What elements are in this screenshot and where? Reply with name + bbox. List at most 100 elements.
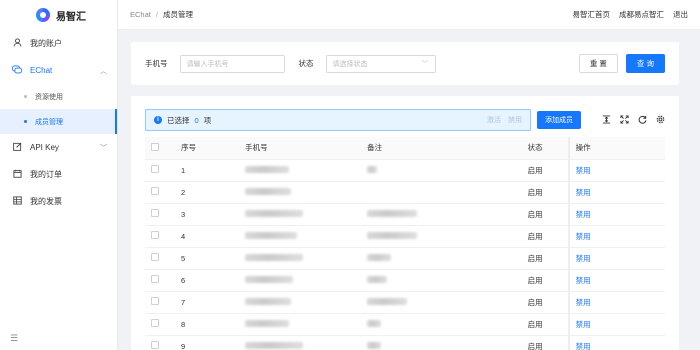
- table-icon: [12, 196, 22, 207]
- row-status: 启用: [521, 313, 569, 336]
- fullscreen-icon[interactable]: [620, 114, 629, 126]
- table-row: 7 启用 禁用: [145, 291, 665, 314]
- column-height-icon[interactable]: [602, 114, 611, 126]
- column-header-note: 备注: [361, 137, 522, 160]
- row-status: 启用: [521, 247, 569, 270]
- search-button[interactable]: 查 询: [625, 54, 665, 73]
- chevron-up-icon: ︿: [100, 67, 107, 75]
- row-checkbox[interactable]: [145, 247, 175, 270]
- row-status: 启用: [521, 203, 569, 226]
- reset-button[interactable]: 重 置: [578, 54, 618, 73]
- row-note: [361, 225, 522, 248]
- row-status: 启用: [521, 335, 569, 350]
- disable-link[interactable]: 禁用: [576, 276, 591, 285]
- members-table-card: i 已选择 0 项 激活 禁用 添加成员 序号 手机号 备注 状态 操作 1 启…: [131, 96, 679, 350]
- phone-placeholder: 请输入手机号: [186, 60, 229, 68]
- user-icon: [12, 38, 22, 49]
- logo[interactable]: 易智汇: [0, 0, 117, 30]
- row-action: 禁用: [567, 203, 665, 226]
- obscured-note: [367, 319, 382, 327]
- disable-link[interactable]: 禁用: [576, 298, 591, 307]
- row-index: 7: [174, 291, 240, 314]
- home-link[interactable]: 易智汇首页: [573, 9, 611, 20]
- filter-panel: 手机号 请输入手机号 状态 请选择状态 ﹀ 重 置 查 询: [131, 42, 679, 85]
- row-status: 启用: [521, 291, 569, 314]
- disable-link[interactable]: 禁用: [576, 254, 591, 263]
- chevron-down-icon: ﹀: [421, 60, 429, 68]
- row-note: [361, 181, 522, 204]
- obscured-phone: [245, 297, 292, 305]
- row-checkbox[interactable]: [145, 313, 175, 336]
- disable-link[interactable]: 禁用: [576, 210, 591, 219]
- menu-collapse-icon[interactable]: ☰: [10, 333, 18, 344]
- sidebar-subitem-label: 资源使用: [35, 93, 63, 101]
- disable-link[interactable]: 禁用: [576, 232, 591, 241]
- row-checkbox[interactable]: [145, 291, 175, 314]
- row-phone: [239, 247, 362, 270]
- row-index: 2: [174, 181, 240, 204]
- selected-prefix: 已选择: [167, 115, 190, 125]
- batch-enable-button[interactable]: 激活: [487, 115, 501, 125]
- phone-label: 手机号: [145, 59, 168, 68]
- column-header-status: 状态: [521, 137, 569, 160]
- row-note: [361, 247, 522, 270]
- sidebar-item-api-key[interactable]: API Key ﹀: [0, 134, 117, 161]
- header-links: 易智汇首页 成都易点智汇 退出: [573, 9, 689, 20]
- row-checkbox[interactable]: [145, 335, 175, 350]
- company-link[interactable]: 成都易点智汇: [619, 9, 664, 20]
- calendar-icon: [12, 169, 22, 180]
- row-note: [361, 335, 522, 350]
- select-all-checkbox[interactable]: [145, 137, 175, 160]
- app-name: 易智汇: [56, 11, 86, 23]
- row-checkbox[interactable]: [145, 181, 175, 204]
- breadcrumb-item[interactable]: EChat: [130, 10, 151, 19]
- row-checkbox[interactable]: [145, 203, 175, 226]
- obscured-note: [367, 231, 418, 239]
- obscured-phone: [245, 253, 304, 261]
- sidebar-item-label: API Key: [30, 143, 59, 152]
- sidebar-item-echat[interactable]: EChat ︿: [0, 57, 117, 84]
- sidebar-subitem-member-management[interactable]: 成员管理: [0, 109, 117, 134]
- sidebar-item-orders[interactable]: 我的订单: [0, 161, 117, 188]
- row-note: [361, 313, 522, 336]
- table-row: 9 启用 禁用: [145, 335, 665, 350]
- members-table: 序号 手机号 备注 状态 操作 1 启用 禁用 2 启用 禁用 3 启用 禁用 4 启用 禁用 5 启用禁…: [145, 137, 665, 350]
- row-action: 禁用: [567, 269, 665, 292]
- obscured-note: [367, 253, 392, 261]
- table-row: 1 启用 禁用: [145, 159, 665, 182]
- status-label: 状态: [298, 59, 314, 68]
- row-index: 9: [174, 335, 240, 350]
- disable-link[interactable]: 禁用: [576, 166, 591, 175]
- row-checkbox[interactable]: [145, 159, 175, 182]
- settings-icon[interactable]: [656, 115, 665, 126]
- add-member-button[interactable]: 添加成员: [537, 111, 581, 129]
- status-select[interactable]: 请选择状态 ﹀: [325, 54, 436, 73]
- row-index: 4: [174, 225, 240, 248]
- logout-link[interactable]: 退出: [673, 9, 688, 20]
- column-header-no: 序号: [174, 137, 240, 160]
- disable-link[interactable]: 禁用: [576, 320, 591, 329]
- batch-disable-button[interactable]: 禁用: [508, 115, 522, 125]
- obscured-note: [367, 297, 408, 305]
- reload-icon[interactable]: [638, 115, 647, 126]
- breadcrumb-separator: /: [155, 10, 158, 19]
- disable-link[interactable]: 禁用: [576, 342, 591, 350]
- row-action: 禁用: [567, 225, 665, 248]
- row-action: 禁用: [567, 291, 665, 314]
- sidebar: 易智汇 我的账户 EChat ︿ 资源使用 成员管理 API Key ﹀ 我的订…: [0, 0, 118, 350]
- obscured-note: [367, 165, 378, 173]
- row-status: 启用: [521, 181, 569, 204]
- sidebar-item-account[interactable]: 我的账户: [0, 30, 117, 57]
- obscured-note: [367, 275, 388, 283]
- sidebar-item-label: EChat: [30, 66, 53, 75]
- sidebar-subitem-resource-usage[interactable]: 资源使用: [0, 84, 117, 109]
- disable-link[interactable]: 禁用: [576, 188, 591, 197]
- row-checkbox[interactable]: [145, 225, 175, 248]
- row-phone: [239, 313, 362, 336]
- phone-input[interactable]: 请输入手机号: [179, 54, 285, 73]
- row-status: 启用: [521, 159, 569, 182]
- sidebar-item-invoices[interactable]: 我的发票: [0, 188, 117, 215]
- selection-alert: i 已选择 0 项 激活 禁用: [145, 109, 531, 131]
- row-checkbox[interactable]: [145, 269, 175, 292]
- row-index: 8: [174, 313, 240, 336]
